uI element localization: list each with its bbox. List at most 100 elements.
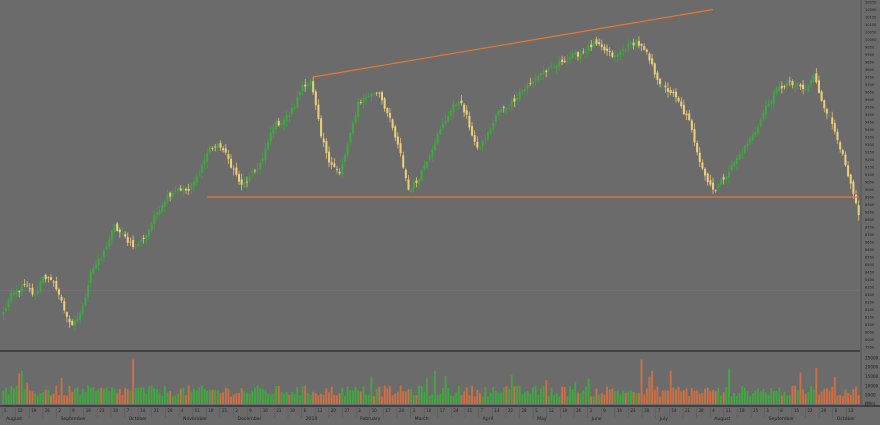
volume-bar (97, 388, 100, 404)
candle-body (126, 237, 129, 243)
day-label: 14 (671, 408, 677, 413)
candle-body (661, 85, 664, 86)
volume-bar (420, 385, 423, 404)
volume-bar (301, 386, 304, 404)
volume-bar (359, 391, 362, 404)
volume-tick-label: 25000 (865, 355, 879, 360)
day-label: 29 (821, 408, 827, 413)
day-label: 26 (45, 408, 51, 413)
volume-bar (232, 394, 235, 404)
candle-body (214, 146, 217, 148)
candle-body (598, 42, 601, 45)
candle-body (367, 96, 370, 98)
candle-body (346, 144, 349, 156)
candle-body (449, 110, 452, 116)
candle-body (444, 120, 447, 124)
candle-body (531, 81, 534, 84)
day-label: 31 (467, 408, 473, 413)
candle-body (524, 89, 527, 92)
volume-bar (720, 395, 722, 404)
candle-body (36, 290, 39, 294)
candle-body (489, 129, 492, 134)
volume-bar (10, 386, 13, 404)
volume-bar (841, 396, 844, 404)
volume-bar (579, 393, 582, 404)
volume-bar (110, 387, 113, 404)
day-label: 11 (726, 408, 732, 413)
volume-bar (431, 394, 434, 404)
candle-body (849, 174, 852, 184)
candle-body (484, 139, 487, 141)
candle-body (751, 134, 754, 141)
candle-body (97, 258, 100, 265)
volume-bar (15, 385, 18, 404)
day-label: 22 (508, 408, 514, 413)
candle-body (452, 104, 455, 113)
candle-body (685, 113, 688, 116)
candle-body (407, 179, 410, 190)
candle-body (478, 147, 481, 149)
price-tick-label: 9200 (865, 158, 875, 162)
candle-body (76, 318, 79, 322)
candle-body (394, 126, 397, 138)
candle-body (359, 102, 362, 103)
volume-bar (630, 390, 632, 404)
candle-body (388, 113, 391, 118)
candle-body (134, 245, 137, 247)
price-tick-label: 8450 (865, 271, 875, 275)
volume-bar (706, 387, 709, 404)
volume-bar (810, 386, 812, 404)
volume-bar (18, 373, 21, 404)
volume-bar (489, 392, 492, 404)
candle-body (240, 179, 243, 185)
candle-body (63, 301, 66, 311)
volume-bar (87, 385, 89, 404)
candle-body (640, 44, 643, 46)
volume-bar (73, 388, 76, 404)
candle-body (264, 148, 267, 160)
day-label: 10 (426, 408, 432, 413)
candle-body (497, 111, 500, 116)
candle-body (733, 162, 736, 167)
candle-body (95, 264, 98, 269)
day-label: 15 (794, 408, 800, 413)
candle-body (174, 191, 177, 192)
candle-body (15, 290, 18, 295)
candle-body (516, 97, 519, 101)
volume-bar (235, 393, 238, 404)
volume-bar (762, 388, 765, 404)
candle-body (749, 138, 752, 143)
candle-body (500, 108, 503, 113)
candle-body (513, 98, 516, 102)
day-label: 21 (685, 408, 691, 413)
candle-body (245, 181, 248, 183)
volume-bar (669, 370, 672, 404)
volume-bar (166, 392, 169, 404)
volume-bar (542, 386, 545, 404)
candle-body (49, 277, 52, 280)
candle-body (629, 42, 632, 44)
volume-bar (497, 392, 500, 404)
price-tick-label: 8150 (865, 316, 875, 320)
volume-bar (219, 393, 222, 404)
volume-bar (600, 392, 603, 404)
volume-bar (100, 387, 103, 404)
candlestick-chart: 10250 10200 10150 10100 10050 10000 9950 9900 98… (0, 0, 880, 422)
candle-body (10, 293, 13, 301)
candle-body (674, 91, 677, 98)
candle-body (211, 148, 214, 149)
candle-body (725, 176, 728, 181)
volume-bar (71, 391, 74, 404)
price-tick-label: 8700 (865, 233, 875, 237)
volume-bar (383, 385, 386, 404)
volume-bar (701, 392, 704, 404)
price-tick-label: 9400 (865, 128, 875, 132)
candle-body (561, 59, 564, 62)
candle-body (595, 39, 598, 45)
day-label: 3 (358, 408, 361, 413)
price-tick-label: 10100 (865, 23, 877, 27)
volume-bar (569, 386, 571, 404)
candle-body (113, 225, 116, 233)
candle-body (333, 163, 336, 167)
volume-bar (68, 386, 71, 404)
